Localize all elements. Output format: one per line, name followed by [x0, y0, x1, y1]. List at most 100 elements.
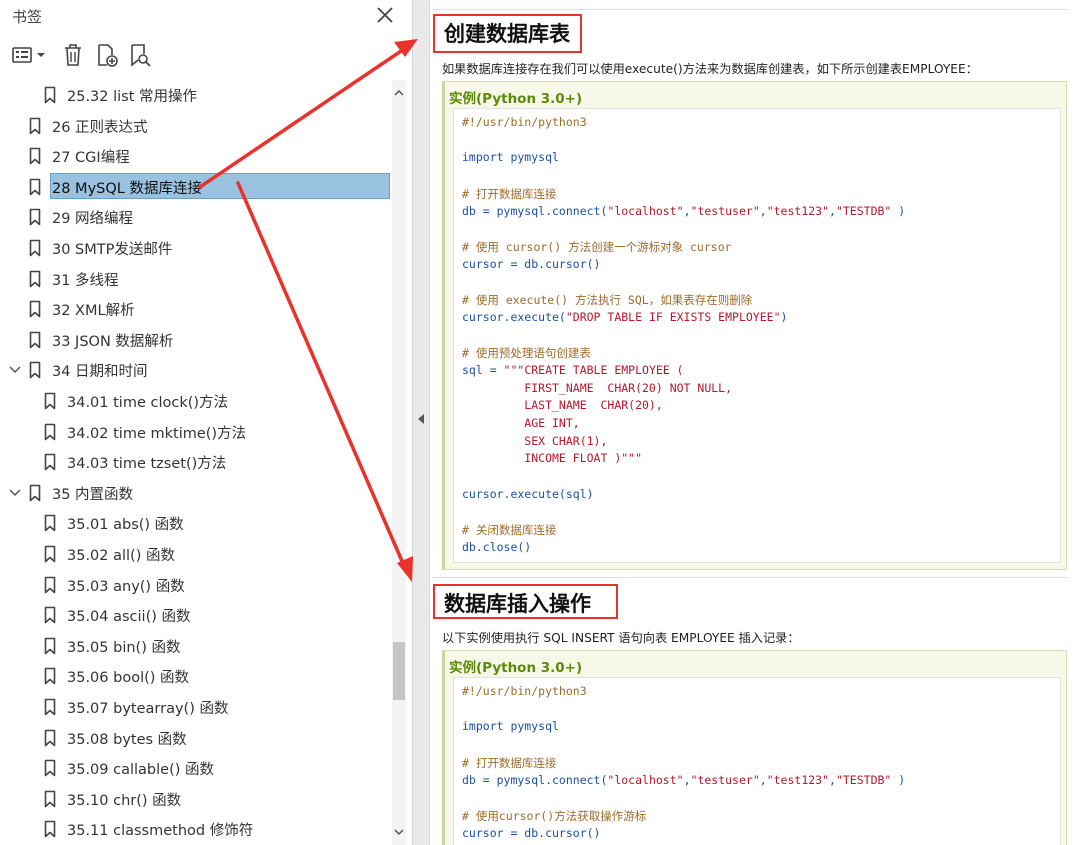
tree-item[interactable]: 35.11 classmethod 修饰符 — [0, 814, 392, 844]
tree-item[interactable]: 35.01 abs() 函数 — [0, 508, 392, 538]
code-token: sql = — [462, 362, 504, 377]
tree-item[interactable]: 34.01 time clock()方法 — [0, 386, 392, 416]
bookmark-scrollbar[interactable] — [392, 80, 406, 845]
tree-item[interactable]: 25.32 list 常用操作 — [0, 80, 392, 110]
tree-item-label: 34.01 time clock()方法 — [67, 395, 229, 411]
code-token: #!/usr/bin/python3 — [462, 115, 587, 129]
divider — [432, 9, 1069, 10]
bookmark-icon — [29, 362, 41, 379]
tree-item[interactable]: 35.05 bin() 函数 — [0, 631, 392, 661]
scroll-up-icon[interactable] — [392, 86, 406, 100]
tree-item[interactable]: 33 JSON 数据解析 — [0, 325, 392, 355]
tree-item[interactable]: 35.02 all() 函数 — [0, 539, 392, 569]
tree-item-label: 35.07 bytearray() 函数 — [67, 701, 229, 717]
code-block[interactable]: #!/usr/bin/python3 import pymysql # 打开数据库连… — [453, 677, 1061, 845]
tree-item[interactable]: 29 网络编程 — [0, 202, 392, 232]
options-menu-button[interactable] — [10, 40, 48, 70]
tree-item[interactable]: 31 多线程 — [0, 264, 392, 294]
new-bookmark-button[interactable] — [92, 40, 122, 70]
section-description: 以下实例使用执行 SQL INSERT 语句向表 EMPLOYEE 插入记录： — [442, 631, 800, 645]
code-token: cursor = db.cursor() — [462, 825, 601, 840]
bookmark-icon — [44, 821, 56, 838]
code-token: "DROP TABLE IF EXISTS EMPLOYEE" — [565, 309, 781, 324]
code-token: , — [829, 772, 836, 787]
tree-item[interactable]: 35 内置函数 — [0, 478, 392, 508]
delete-bookmark-button[interactable] — [58, 40, 88, 70]
code-token: ) — [780, 309, 788, 324]
tree-item[interactable]: 35.07 bytearray() 函数 — [0, 692, 392, 722]
example-box: 实例(Python 3.0+) #!/usr/bin/python3 import… — [442, 81, 1067, 570]
bookmark-icon — [44, 790, 56, 808]
code-token: "localhost" — [607, 772, 684, 787]
code-line: import pymysql — [462, 719, 559, 737]
tree-item[interactable]: 34.02 time mktime()方法 — [0, 417, 392, 447]
code-block[interactable]: #!/usr/bin/python3 import pymysql # 打开数据库连… — [453, 108, 1061, 563]
bookmark-icon — [29, 239, 41, 257]
code-token: ) — [891, 203, 906, 218]
tree-item[interactable]: 35.08 bytes 函数 — [0, 723, 392, 753]
tree-item[interactable]: 27 CGI编程 — [0, 141, 392, 171]
tree-item[interactable]: 35.03 any() 函数 — [0, 570, 392, 600]
code-line: db = pymysql.connect("localhost","testus… — [462, 773, 905, 791]
tree-item-label: 28 MySQL 数据库连接 — [52, 180, 202, 197]
code-line: SEX CHAR(1), — [462, 434, 607, 452]
example-title: 实例(Python 3.0+) — [449, 660, 583, 676]
scroll-thumb[interactable] — [393, 642, 405, 700]
code-line: AGE INT, — [462, 416, 579, 434]
tree-item[interactable]: 35.09 callable() 函数 — [0, 753, 392, 783]
bookmark-icon — [44, 515, 56, 532]
collapse-panel-icon[interactable] — [416, 412, 426, 426]
code-token: import pymysql — [462, 150, 559, 165]
list-options-icon — [12, 47, 45, 63]
code-line: cursor.execute(sql) — [462, 487, 594, 505]
tree-item-label: 29 网络编程 — [52, 211, 134, 228]
tree-item-label: 35.02 all() 函数 — [67, 548, 175, 564]
tree-item-label: 35.04 ascii() 函数 — [67, 609, 191, 626]
tree-item[interactable]: 30 SMTP发送邮件 — [0, 233, 392, 263]
code-token: db = pymysql.connect( — [462, 203, 608, 218]
code-token: "test123" — [766, 203, 830, 218]
bookmark-icon — [44, 86, 56, 104]
bookmark-icon — [44, 576, 56, 593]
bookmark-icon — [44, 637, 56, 655]
code-token: INCOME FLOAT )""" — [462, 451, 643, 466]
example-title: 实例(Python 3.0+) — [449, 91, 583, 107]
scroll-down-icon[interactable] — [392, 825, 406, 839]
bookmark-icon — [44, 729, 56, 746]
bookmark-icon — [44, 759, 56, 777]
find-bookmark-button[interactable] — [125, 40, 155, 70]
tree-item-label: 34.02 time mktime()方法 — [67, 425, 247, 442]
bookmark-icon — [29, 331, 41, 349]
bookmark-icon — [44, 545, 56, 563]
code-token: "localhost" — [607, 203, 684, 218]
tree-item-label: 25.32 list 常用操作 — [67, 89, 198, 105]
code-token: "TESTDB" — [835, 203, 892, 218]
code-token: # 使用 cursor() 方法创建一个游标对象 cursor — [462, 239, 732, 254]
code-line: import pymysql — [462, 150, 559, 168]
tree-item-label: 35 内置函数 — [52, 486, 134, 503]
find-bookmark-icon — [131, 44, 151, 67]
tree-item[interactable]: 34.03 time tzset()方法 — [0, 447, 392, 477]
tree-item[interactable]: 32 XML解析 — [0, 294, 392, 324]
tree-item-label: 27 CGI编程 — [52, 150, 130, 167]
tree-item[interactable]: 34 日期和时间 — [0, 355, 392, 385]
bookmark-icon — [29, 300, 41, 318]
section-description: 如果数据库连接存在我们可以使用execute()方法来为数据库创建表，如下所示创… — [442, 62, 978, 76]
new-bookmark-icon — [98, 44, 118, 67]
tree-item[interactable]: 26 正则表达式 — [0, 111, 392, 141]
tree-item-label: 35.09 callable() 函数 — [67, 762, 214, 779]
tree-item[interactable]: 35.04 ascii() 函数 — [0, 600, 392, 630]
section-heading: 数据库插入操作 — [444, 592, 591, 616]
code-line: INCOME FLOAT )""" — [462, 451, 642, 469]
close-button[interactable] — [372, 4, 398, 28]
panel-splitter[interactable] — [412, 0, 430, 845]
tree-item-selected[interactable]: 28 MySQL 数据库连接 — [0, 172, 392, 202]
tree-item[interactable]: 35.06 bool() 函数 — [0, 661, 392, 691]
chevron-down-icon[interactable] — [8, 486, 22, 500]
tree-item[interactable]: 35.10 chr() 函数 — [0, 784, 392, 814]
tree-item-label: 35.11 classmethod 修饰符 — [67, 823, 254, 840]
code-line: sql = """CREATE TABLE EMPLOYEE ( — [462, 363, 684, 381]
chevron-down-icon[interactable] — [8, 363, 22, 377]
panel-title: 书签 — [12, 8, 43, 26]
bookmark-icon — [44, 698, 56, 716]
